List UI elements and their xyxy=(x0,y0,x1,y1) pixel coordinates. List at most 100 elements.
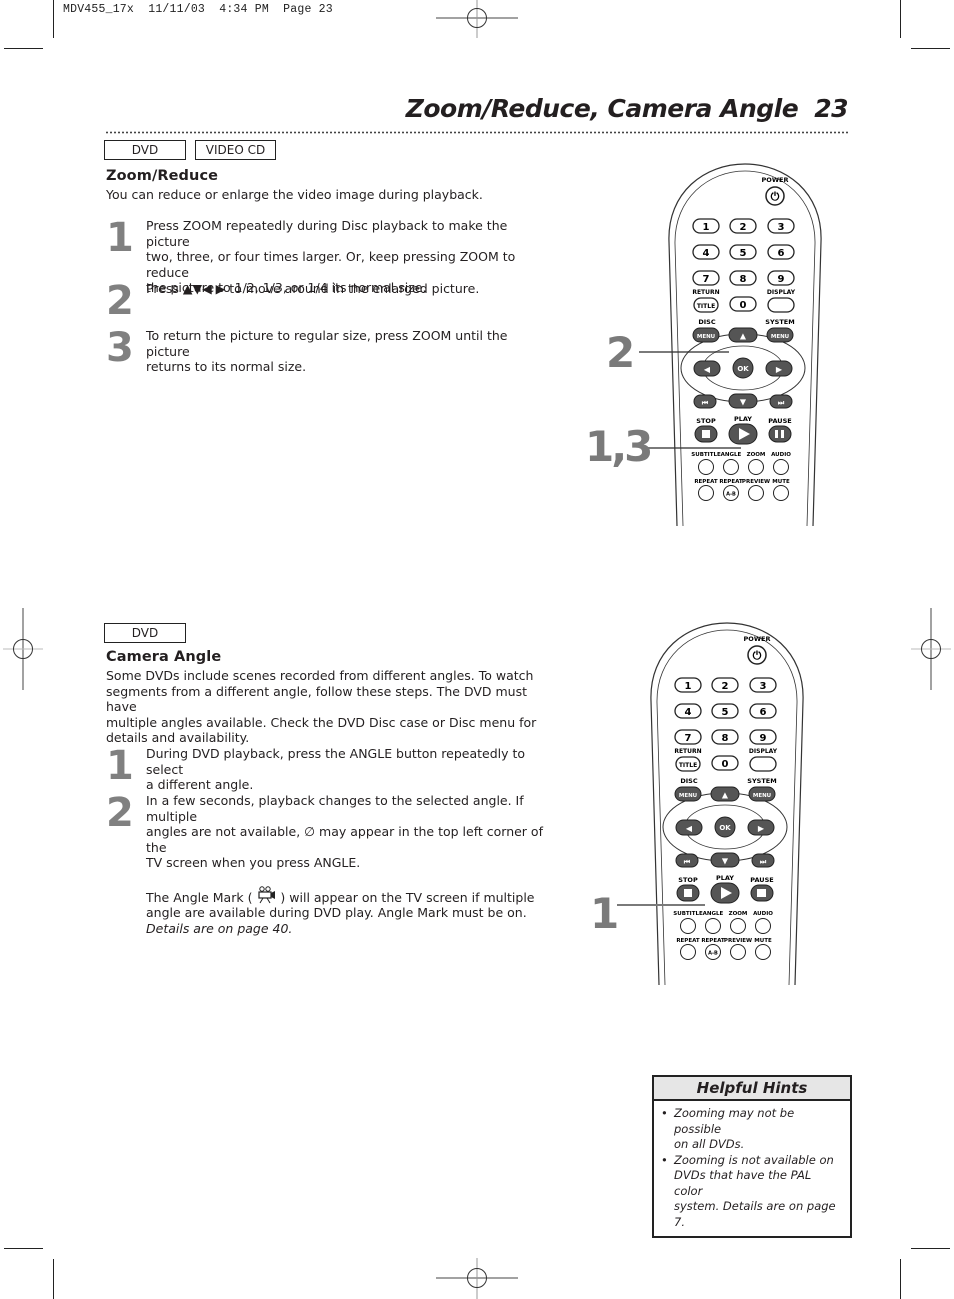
svg-text:A-B: A-B xyxy=(726,492,736,498)
digit-label: 0 xyxy=(722,759,729,770)
step-text: Press ▲▼◀ ▶ to move around in the enlarg… xyxy=(146,281,546,297)
helpful-hints-box: Helpful Hints Zooming may not be possibl… xyxy=(652,1075,852,1238)
crop-mark xyxy=(4,1248,43,1249)
label-audio: AUDIO xyxy=(753,911,773,917)
digit-label: 9 xyxy=(760,733,767,744)
digit-label: 8 xyxy=(740,274,747,285)
crop-mark xyxy=(53,1259,54,1299)
label-repeat: REPEAT xyxy=(676,938,700,944)
label-pause: PAUSE xyxy=(768,417,791,425)
line: Zooming is not available on xyxy=(674,1152,834,1167)
remote-outline xyxy=(668,163,822,526)
label-angle: ANGLE xyxy=(703,911,724,917)
svg-text:MENU: MENU xyxy=(679,793,697,799)
digit-label: 7 xyxy=(703,274,710,285)
label-repeat-ab: REPEAT xyxy=(719,479,743,485)
digit-label: 6 xyxy=(778,248,785,259)
step-number: 2 xyxy=(106,790,134,836)
svg-text:TITLE: TITLE xyxy=(679,762,697,769)
callout-line xyxy=(617,904,705,906)
label-disc: DISC xyxy=(698,318,715,326)
digit-label: 1 xyxy=(703,222,710,233)
label-zoom: ZOOM xyxy=(729,911,748,917)
step-number: 2 xyxy=(106,278,134,324)
crop-mark xyxy=(911,48,950,49)
label-angle: ANGLE xyxy=(721,452,742,458)
svg-text:◀: ◀ xyxy=(686,824,693,833)
digit-label: 4 xyxy=(685,707,692,718)
digit-label: 3 xyxy=(760,681,767,692)
line: system. Details are on page 7. xyxy=(674,1199,836,1229)
registration-mark-right xyxy=(911,608,951,690)
digit-label: 4 xyxy=(703,248,710,259)
line: angles are not available, ∅ may appear i… xyxy=(146,824,543,855)
zoom-button xyxy=(730,918,746,934)
label-zoom: ZOOM xyxy=(747,452,766,458)
line: details and availability. xyxy=(106,730,250,745)
remote-control-illustration: POWER ⏻ 1 2 34 5 67 8 90 RETURN DISPLAY TITLE … xyxy=(668,163,822,526)
section-title-camera-angle: Camera Angle xyxy=(106,649,222,665)
svg-text:MENU: MENU xyxy=(771,334,789,340)
svg-text:▼: ▼ xyxy=(722,857,729,866)
line: Press ZOOM repeatedly during Disc playba… xyxy=(146,218,508,249)
digit-label: 6 xyxy=(760,707,767,718)
camera-angle-intro: Some DVDs include scenes recorded from d… xyxy=(106,668,546,746)
remote-control-illustration: POWER ⏻ 1 2 34 5 67 8 90 RETURN DISPLAY TITLE … xyxy=(650,622,804,985)
digit-label: 8 xyxy=(722,733,729,744)
label-stop: STOP xyxy=(696,417,716,425)
label-power: POWER xyxy=(744,635,771,643)
svg-text:⏭: ⏭ xyxy=(760,858,767,866)
display-button xyxy=(767,297,795,313)
repeat-button xyxy=(680,944,696,960)
line: In a few seconds, playback changes to th… xyxy=(146,793,524,824)
line: Zooming may not be possible xyxy=(674,1106,795,1136)
number-buttons: 1 2 3 4 5 6 7 8 9 0 xyxy=(674,677,777,771)
svg-text:▲: ▲ xyxy=(722,791,729,800)
line: multiple angles available. Check the DVD… xyxy=(106,714,537,730)
step-text: To return the picture to regular size, p… xyxy=(146,328,546,375)
step-number: 1 xyxy=(106,743,134,789)
print-slug: MDV455_17x 11/11/03 4:34 PM Page 23 xyxy=(63,3,333,16)
preview-button xyxy=(748,485,764,501)
line: returns to its normal size. xyxy=(146,359,307,374)
line: a different angle. xyxy=(146,777,254,792)
svg-text:OK: OK xyxy=(719,824,731,832)
preview-button xyxy=(730,944,746,960)
label-subtitle: SUBTITLE xyxy=(691,452,721,458)
tag-video-cd: VIDEO CD xyxy=(195,140,276,160)
page-number: 23 xyxy=(814,94,848,123)
power-icon: ⏻ xyxy=(753,649,762,662)
label-repeat: REPEAT xyxy=(694,479,718,485)
angle-mark-icon xyxy=(258,885,276,903)
registration-mark-bottom xyxy=(436,1258,518,1299)
digit-label: 0 xyxy=(740,300,747,311)
label-play: PLAY xyxy=(734,415,752,423)
step-text: During DVD playback, press the ANGLE but… xyxy=(146,746,546,793)
line: DVDs that have the PAL color xyxy=(674,1168,812,1198)
step-number: 3 xyxy=(106,325,134,371)
digit-label: 2 xyxy=(740,222,747,233)
power-icon: ⏻ xyxy=(771,190,780,203)
page-reference: Details are on page 40. xyxy=(146,920,293,936)
line: Some DVDs include scenes recorded from d… xyxy=(106,668,534,683)
label-display: DISPLAY xyxy=(767,289,796,296)
crop-mark xyxy=(900,1259,901,1299)
label-subtitle: SUBTITLE xyxy=(673,911,703,917)
crop-mark xyxy=(911,1248,950,1249)
digit-label: 7 xyxy=(685,733,692,744)
number-buttons: 1 2 3 4 5 6 7 8 9 0 xyxy=(692,218,795,312)
svg-text:TITLE: TITLE xyxy=(697,303,715,310)
svg-text:⏮: ⏮ xyxy=(702,399,709,407)
zoom-reduce-intro: You can reduce or enlarge the video imag… xyxy=(106,187,483,202)
step-number: 1 xyxy=(106,215,134,261)
crop-mark xyxy=(53,0,54,38)
hints-list: Zooming may not be possible on all DVDs.… xyxy=(654,1101,850,1236)
svg-text:▶: ▶ xyxy=(758,824,765,833)
display-button xyxy=(749,756,777,772)
tag-dvd: DVD xyxy=(104,623,186,643)
step-text: In a few seconds, playback changes to th… xyxy=(146,793,546,936)
label-system: SYSTEM xyxy=(747,777,776,785)
label-play: PLAY xyxy=(716,874,734,882)
hint-item: Zooming may not be possible on all DVDs. xyxy=(661,1106,842,1153)
audio-button xyxy=(773,459,789,475)
